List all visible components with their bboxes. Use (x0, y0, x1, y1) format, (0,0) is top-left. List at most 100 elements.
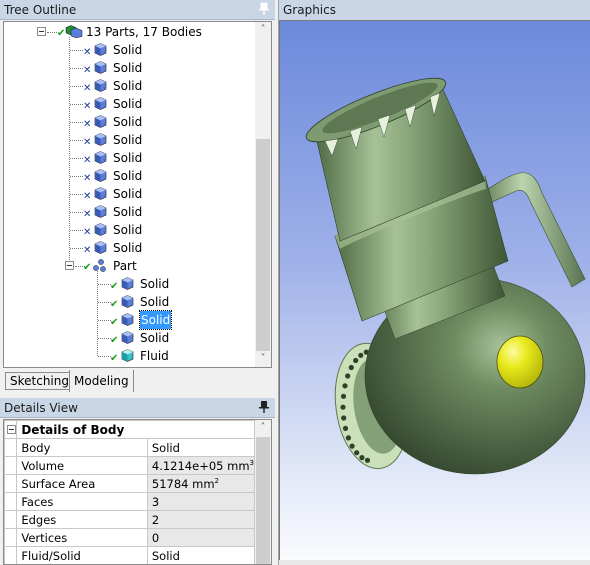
solid-body-icon (94, 223, 107, 236)
tree-node-label: Solid (113, 79, 143, 93)
details-key: Body (16, 438, 148, 457)
scroll-thumb[interactable] (256, 437, 270, 564)
tree-node-label: Solid (140, 295, 170, 309)
graphics-status-strip (279, 560, 590, 565)
collapse-toggle[interactable] (65, 261, 74, 270)
tree-node-body[interactable]: ✕ Solid (4, 167, 254, 185)
tree-scrollbar[interactable]: ˄ ˅ (255, 22, 271, 367)
collapse-toggle[interactable] (4, 420, 18, 439)
details-table: Details of Body Body Solid Volume 4.1214e+0… (4, 420, 256, 564)
details-row[interactable]: Fluid/Solid Solid (4, 546, 256, 564)
details-row[interactable]: Body Solid (4, 438, 256, 457)
details-view-header: Details View (0, 398, 275, 418)
tree-node-label: Solid (140, 331, 170, 345)
solid-body-icon (94, 133, 107, 146)
solid-body-icon (94, 43, 107, 56)
solid-body-icon (121, 313, 134, 326)
details-value-text: Solid (151, 548, 180, 563)
check-icon: ✔ (83, 262, 92, 273)
tree-node-body[interactable]: ✔ Solid (4, 275, 254, 293)
bolt-hole (342, 425, 349, 431)
tree-node-body[interactable]: ✕ Solid (4, 77, 254, 95)
selected-face[interactable] (496, 335, 544, 389)
tree-node-body[interactable]: ✕ Solid (4, 95, 254, 113)
check-icon: ✔ (110, 335, 119, 346)
row-gutter (4, 510, 18, 529)
tree-node-body[interactable]: ✔ Solid (4, 329, 254, 347)
tree-node-body[interactable]: ✕ Solid (4, 203, 254, 221)
left-panel: Tree Outline ✔ 13 Parts, 17 Bodies ✕ Sol… (0, 0, 275, 565)
tree-node-body[interactable]: ✔ Solid (4, 310, 254, 330)
tree-node-body[interactable]: ✕ Solid (4, 185, 254, 203)
details-value-text: Solid (151, 440, 180, 455)
tab-modeling[interactable]: Modeling (69, 370, 134, 392)
graphics-viewport[interactable] (279, 21, 590, 560)
graphics-header: Graphics (279, 0, 590, 21)
suppressed-x-icon: ✕ (83, 155, 92, 166)
tree-node-label: Part (113, 259, 137, 273)
tree-outline-title: Tree Outline (4, 3, 77, 17)
unit-exponent: 2 (214, 476, 219, 485)
tree-node-part[interactable]: ✔ Part (4, 257, 254, 275)
details-row[interactable]: Vertices 0 (4, 528, 256, 547)
tree-node-label: Fluid (140, 349, 169, 363)
collapse-toggle[interactable] (37, 27, 46, 36)
details-row[interactable]: Edges 2 (4, 510, 256, 529)
check-icon: ✔ (110, 353, 119, 364)
details-key: Surface Area (16, 474, 148, 493)
tree-node-label: Solid (113, 61, 143, 75)
bolt-hole (340, 404, 346, 410)
mode-tabs: Sketching Modeling (3, 370, 272, 392)
valve-model[interactable] (280, 21, 590, 560)
tree-node-body[interactable]: ✕ Solid (4, 113, 254, 131)
details-row[interactable]: Faces 3 (4, 492, 256, 511)
row-gutter (4, 456, 18, 475)
suppressed-x-icon: ✕ (83, 245, 92, 256)
details-row[interactable]: Volume 4.1214e+05 mm3 (4, 456, 256, 475)
details-row[interactable]: Surface Area 51784 mm2 (4, 474, 256, 493)
tree-node-label: Solid (140, 277, 170, 291)
pin-icon[interactable] (259, 400, 269, 414)
tree-node-body[interactable]: ✕ Solid (4, 41, 254, 59)
details-scrollbar[interactable]: ˄ (255, 420, 271, 564)
details-group-row[interactable]: Details of Body (4, 420, 255, 439)
tree-node-body[interactable]: ✕ Solid (4, 131, 254, 149)
suppressed-x-icon: ✕ (83, 83, 92, 94)
row-gutter (4, 528, 18, 547)
graphics-title: Graphics (283, 3, 336, 17)
pin-icon[interactable] (259, 2, 269, 16)
row-gutter (4, 546, 18, 564)
suppressed-x-icon: ✕ (83, 137, 92, 148)
tree-node-label: Solid (113, 43, 143, 57)
details-value-text: 51784 mm (151, 476, 215, 491)
tree-node-body[interactable]: ✕ Solid (4, 59, 254, 77)
scroll-down-icon[interactable]: ˅ (255, 351, 271, 367)
tab-modeling-label: Modeling (74, 374, 129, 388)
bolt-hole (359, 455, 365, 461)
tree-node-body[interactable]: ✔ Fluid (4, 347, 254, 365)
details-value-text: 0 (151, 530, 160, 545)
details-key: Faces (16, 492, 148, 511)
tree-outline: ✔ 13 Parts, 17 Bodies ✕ Solid ✕ Solid ✕ … (3, 21, 272, 368)
graphics-panel: Graphics (278, 0, 590, 565)
details-key: Edges (16, 510, 148, 529)
bolt-hole (342, 383, 348, 389)
fluid-body-icon (121, 349, 134, 362)
details-value[interactable]: Solid (146, 438, 256, 457)
tree-node-body[interactable]: ✔ Solid (4, 293, 254, 311)
tree-outline-header: Tree Outline (0, 0, 275, 20)
tree-node-body[interactable]: ✕ Solid (4, 149, 254, 167)
scroll-up-icon[interactable]: ˄ (255, 22, 271, 38)
details-value[interactable]: Solid (146, 546, 256, 564)
details-group-label: Details of Body (16, 420, 255, 439)
tree-node-root[interactable]: ✔ 13 Parts, 17 Bodies (4, 23, 254, 41)
scroll-up-icon[interactable]: ˄ (255, 420, 271, 436)
tab-sketching[interactable]: Sketching (5, 372, 74, 390)
scroll-thumb[interactable] (256, 139, 270, 351)
tree-node-body[interactable]: ✕ Solid (4, 239, 254, 257)
tree-node-body[interactable]: ✕ Solid (4, 221, 254, 239)
tree-node-label: Solid (113, 133, 143, 147)
solid-body-icon (94, 205, 107, 218)
tree-node-label: Solid (113, 241, 143, 255)
details-value-text: 2 (151, 512, 160, 527)
